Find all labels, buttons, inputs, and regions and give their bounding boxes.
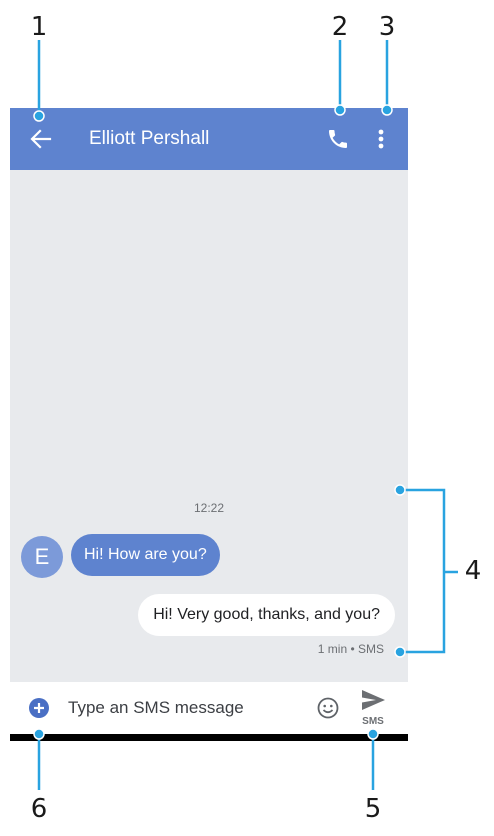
add-attachment-button[interactable] [28,697,50,719]
send-sms-label: SMS [362,716,384,727]
app-toolbar: Elliott Pershall [10,108,408,170]
callout-number-6: 6 [30,794,48,824]
outgoing-message-bubble[interactable]: Hi! Very good, thanks, and you? [138,594,395,636]
emoji-icon [317,697,339,719]
callout-number-3: 3 [378,12,396,42]
overflow-menu-button[interactable] [371,126,391,152]
back-button[interactable] [28,126,54,152]
send-icon [362,690,385,710]
send-button[interactable]: SMS [358,686,388,730]
contact-avatar[interactable]: E [21,536,63,578]
callout-number-1: 1 [30,12,48,42]
message-status: 1 min • SMS [317,642,384,656]
callout-number-5: 5 [364,794,382,824]
incoming-message-bubble[interactable]: Hi! How are you? [71,534,220,576]
phone-icon [329,130,347,148]
message-input[interactable] [68,694,298,722]
callout-number-4: 4 [464,556,482,586]
navigation-bar [10,734,408,741]
contact-name-title: Elliott Pershall [89,128,210,149]
add-circle-icon [29,698,49,718]
arrow-left-icon [30,129,52,149]
conversation-area[interactable]: 12:22 E Hi! How are you? Hi! Very good, … [10,170,408,682]
callout-number-2: 2 [331,12,349,42]
more-vert-icon [378,129,384,149]
message-composer: SMS [10,682,408,734]
call-button[interactable] [326,127,350,151]
message-timestamp: 12:22 [193,501,225,515]
emoji-button[interactable] [316,696,340,720]
